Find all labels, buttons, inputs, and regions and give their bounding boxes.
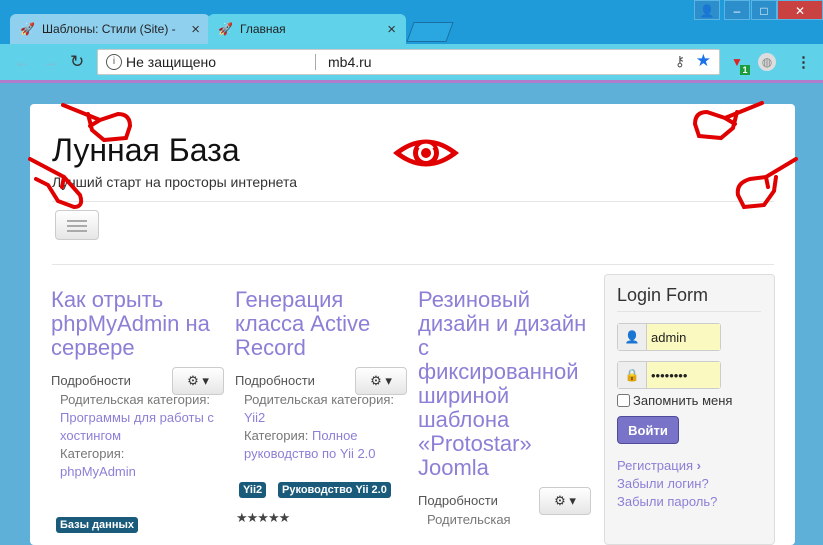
- remember-me-checkbox[interactable]: [617, 394, 630, 407]
- meta-label: Родительская: [427, 512, 511, 527]
- tab-label: Главная: [240, 22, 286, 36]
- rocket-icon: 🚀: [218, 22, 233, 36]
- divider: [315, 54, 316, 70]
- tab-templates[interactable]: 🚀 Шаблоны: Стили (Site) - ×: [10, 14, 210, 44]
- gear-icon: ⚙: [554, 493, 566, 508]
- meta-label: Родительская категория:: [244, 392, 394, 407]
- register-label: Регистрация: [617, 458, 693, 473]
- pointing-hand-icon: [735, 157, 798, 210]
- pointing-hand-icon: [692, 101, 764, 141]
- remember-me[interactable]: Запомнить меня: [617, 393, 732, 408]
- maximize-button[interactable]: □: [751, 0, 777, 20]
- tag-badge[interactable]: Базы данных: [56, 517, 138, 533]
- article-meta: Родительская категория: Yii2 Категория: …: [244, 391, 404, 463]
- browser-toolbar: ← → ↻ i Не защищено mb4.ru ⚷ ★ ▼ 1 ◍ ⋮: [0, 44, 823, 80]
- divider: [52, 201, 774, 202]
- forward-icon[interactable]: →: [42, 52, 59, 72]
- theme-line: [0, 80, 823, 83]
- register-link[interactable]: Регистрация ›: [617, 458, 701, 473]
- parent-category-link[interactable]: Yii2: [244, 410, 265, 425]
- article-title[interactable]: Как отрыть phpMyAdmin на сервере: [51, 288, 226, 360]
- gear-icon: ⚙: [187, 373, 199, 388]
- eye-icon: [393, 139, 459, 167]
- parent-category-link[interactable]: Программы для работы с хостингом: [60, 410, 214, 443]
- menu-icon[interactable]: ⋮: [796, 53, 811, 71]
- login-button[interactable]: Войти: [617, 416, 679, 444]
- meta-label: Категория:: [244, 428, 309, 443]
- window-close-button[interactable]: ✕: [777, 0, 823, 20]
- remember-me-label: Запомнить меня: [633, 393, 733, 408]
- chevron-right-icon: ›: [696, 458, 701, 473]
- tab-home[interactable]: 🚀 Главная ×: [208, 14, 406, 44]
- tag-badge[interactable]: Yii2: [239, 482, 267, 498]
- login-form-title: Login Form: [617, 285, 709, 305]
- article-title[interactable]: Генерация класса Active Record: [235, 288, 410, 360]
- article-details-label: Подробности: [51, 373, 131, 388]
- article-meta: Родительская: [427, 511, 511, 529]
- insecure-label[interactable]: Не защищено: [126, 54, 216, 70]
- back-icon[interactable]: ←: [14, 52, 31, 72]
- shield-extension-icon[interactable]: ▼ 1: [728, 53, 750, 75]
- menu-toggle-button[interactable]: [55, 210, 99, 240]
- browser-titlebar: 🚀 Шаблоны: Стили (Site) - × 🚀 Главная × …: [0, 0, 823, 44]
- forgot-password-link[interactable]: Забыли пароль?: [617, 494, 717, 509]
- password-field: 🔒: [617, 361, 721, 389]
- new-tab-button[interactable]: [406, 22, 454, 42]
- username-input[interactable]: [647, 324, 720, 350]
- close-tab-icon[interactable]: ×: [387, 21, 396, 38]
- divider: [617, 311, 761, 312]
- user-icon: 👤: [618, 324, 647, 350]
- extension-badge: 1: [740, 65, 750, 75]
- article-details-label: Подробности: [235, 373, 315, 388]
- pointing-hand-icon: [28, 157, 84, 210]
- tab-label: Шаблоны: Стили (Site) -: [42, 22, 176, 36]
- url-text[interactable]: mb4.ru: [328, 54, 372, 70]
- lock-icon: 🔒: [618, 362, 647, 388]
- globe-extension-icon[interactable]: ◍: [758, 53, 776, 71]
- pointing-hand-icon: [61, 103, 133, 143]
- minimize-button[interactable]: –: [724, 0, 750, 20]
- meta-label: Категория:: [60, 446, 125, 461]
- address-bar[interactable]: i Не защищено mb4.ru ⚷ ★: [97, 49, 720, 75]
- username-field: 👤: [617, 323, 721, 351]
- article-tools-button[interactable]: ⚙ ▾: [539, 487, 591, 515]
- close-tab-icon[interactable]: ×: [191, 21, 200, 38]
- rating-stars: ★★★★★: [236, 510, 290, 525]
- meta-label: Родительская категория:: [60, 392, 210, 407]
- tag-badge[interactable]: Руководство Yii 2.0: [278, 482, 391, 498]
- rocket-icon: 🚀: [20, 22, 35, 36]
- article-title[interactable]: Резиновый дизайн и дизайн с фиксированно…: [418, 288, 590, 480]
- category-link[interactable]: phpMyAdmin: [60, 464, 136, 479]
- article-details-label: Подробности: [418, 493, 498, 508]
- reload-icon[interactable]: ↻: [70, 52, 84, 72]
- info-icon[interactable]: i: [106, 54, 122, 70]
- gear-icon: ⚙: [370, 373, 382, 388]
- forgot-login-link[interactable]: Забыли логин?: [617, 476, 709, 491]
- password-input[interactable]: [647, 362, 720, 388]
- login-form: Login Form 👤 🔒 Запомнить меня Войти Реги…: [604, 274, 775, 545]
- article-meta: Родительская категория: Программы для ра…: [60, 391, 220, 481]
- bookmark-star-icon[interactable]: ★: [696, 51, 711, 71]
- divider: [52, 264, 774, 265]
- key-icon[interactable]: ⚷: [675, 53, 685, 70]
- user-icon[interactable]: 👤: [694, 0, 720, 20]
